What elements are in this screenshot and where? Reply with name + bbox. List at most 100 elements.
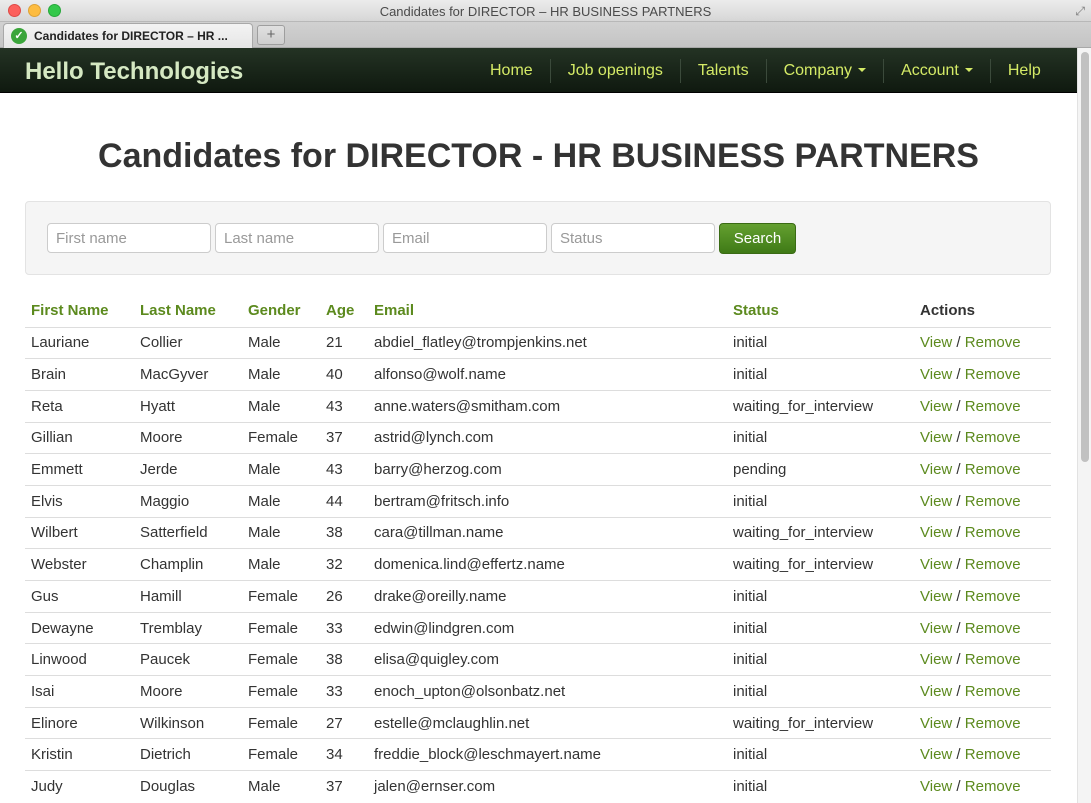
window-title: Candidates for DIRECTOR – HR BUSINESS PA… — [379, 4, 712, 19]
action-separator: / — [956, 682, 961, 700]
cell-age: 27 — [320, 706, 368, 739]
remove-link[interactable]: Remove — [965, 715, 1021, 732]
header-gender[interactable]: Gender — [242, 295, 320, 328]
view-link[interactable]: View — [920, 683, 952, 700]
view-link[interactable]: View — [920, 461, 952, 478]
nav-talents[interactable]: Talents — [679, 58, 766, 83]
action-separator: / — [956, 397, 961, 415]
nav-job-openings[interactable]: Job openings — [549, 58, 680, 83]
remove-link[interactable]: Remove — [965, 524, 1021, 541]
remove-link[interactable]: Remove — [965, 493, 1021, 510]
remove-link[interactable]: Remove — [965, 429, 1021, 446]
table-row: Wilbert Satterfield Male 38 cara@tillman.nam… — [25, 516, 1051, 549]
cell-first-name: Gus — [25, 580, 134, 613]
cell-actions: View / Remove — [914, 516, 1051, 549]
view-link[interactable]: View — [920, 620, 952, 637]
action-separator: / — [956, 587, 961, 605]
remove-link[interactable]: Remove — [965, 746, 1021, 763]
view-link[interactable]: View — [920, 366, 952, 383]
tab-label: Candidates for DIRECTOR – HR ... — [34, 29, 228, 43]
view-link[interactable]: View — [920, 715, 952, 732]
email-input[interactable] — [383, 223, 547, 253]
view-link[interactable]: View — [920, 493, 952, 510]
status-input[interactable] — [551, 223, 715, 253]
cell-gender: Female — [242, 421, 320, 454]
cell-age: 43 — [320, 389, 368, 423]
browser-tab[interactable]: ✓ Candidates for DIRECTOR – HR ... — [3, 23, 253, 48]
search-button[interactable]: Search — [719, 223, 796, 254]
cell-gender: Female — [242, 580, 320, 613]
cell-last-name: Douglas — [134, 770, 242, 803]
view-link[interactable]: View — [920, 588, 952, 605]
vertical-scrollbar[interactable] — [1077, 48, 1091, 803]
fullscreen-icon[interactable]: ⤢ — [1075, 4, 1085, 19]
remove-link[interactable]: Remove — [965, 683, 1021, 700]
cell-actions: View / Remove — [914, 389, 1051, 423]
cell-status: initial — [727, 326, 914, 359]
remove-link[interactable]: Remove — [965, 556, 1021, 573]
action-separator: / — [956, 778, 961, 796]
remove-link[interactable]: Remove — [965, 588, 1021, 605]
view-link[interactable]: View — [920, 398, 952, 415]
cell-status: initial — [727, 770, 914, 803]
cell-age: 32 — [320, 548, 368, 581]
view-link[interactable]: View — [920, 556, 952, 573]
nav-company-dropdown[interactable]: Company — [765, 58, 883, 83]
window-titlebar: Candidates for DIRECTOR – HR BUSINESS PA… — [0, 0, 1091, 22]
cell-email: domenica.lind@effertz.name — [368, 548, 727, 581]
view-link[interactable]: View — [920, 429, 952, 446]
nav-home[interactable]: Home — [473, 59, 550, 83]
first-name-input[interactable] — [47, 223, 211, 253]
cell-gender: Female — [242, 706, 320, 739]
view-link[interactable]: View — [920, 746, 952, 763]
remove-link[interactable]: Remove — [965, 334, 1021, 351]
new-tab-button[interactable]: + — [257, 25, 285, 45]
cell-last-name: Maggio — [134, 484, 242, 518]
remove-link[interactable]: Remove — [965, 651, 1021, 668]
nav-account-dropdown[interactable]: Account — [883, 58, 990, 83]
nav-company-label: Company — [783, 61, 853, 79]
cell-actions: View / Remove — [914, 326, 1051, 359]
action-separator: / — [956, 651, 961, 669]
action-separator: / — [956, 334, 961, 352]
remove-link[interactable]: Remove — [965, 398, 1021, 415]
header-email[interactable]: Email — [368, 295, 727, 328]
top-navbar: Hello Technologies Home Job openings Tal… — [0, 48, 1077, 93]
remove-link[interactable]: Remove — [965, 620, 1021, 637]
action-separator: / — [956, 461, 961, 479]
cell-first-name: Elvis — [25, 484, 134, 518]
action-separator: / — [956, 492, 961, 510]
candidates-table: First Name Last Name Gender Age Email St… — [25, 295, 1051, 803]
table-row: Gus Hamill Female 26 drake@oreilly.name initi… — [25, 580, 1051, 613]
cell-gender: Male — [242, 453, 320, 486]
cell-last-name: Tremblay — [134, 611, 242, 644]
header-age[interactable]: Age — [320, 295, 368, 328]
table-row: Elinore Wilkinson Female 27 estelle@mclaughl… — [25, 706, 1051, 739]
remove-link[interactable]: Remove — [965, 778, 1021, 795]
remove-link[interactable]: Remove — [965, 366, 1021, 383]
cell-status: pending — [727, 453, 914, 486]
scrollbar-thumb[interactable] — [1081, 52, 1089, 462]
brand-logo-text[interactable]: Hello Technologies — [25, 58, 243, 86]
view-link[interactable]: View — [920, 524, 952, 541]
nav-help-label: Help — [1007, 61, 1041, 79]
cell-age: 26 — [320, 580, 368, 613]
view-link[interactable]: View — [920, 334, 952, 351]
remove-link[interactable]: Remove — [965, 461, 1021, 478]
last-name-input[interactable] — [215, 223, 379, 253]
cell-age: 44 — [320, 484, 368, 518]
view-link[interactable]: View — [920, 778, 952, 795]
header-first-name[interactable]: First Name — [25, 295, 134, 328]
cell-email: astrid@lynch.com — [368, 421, 727, 454]
action-separator: / — [956, 619, 961, 637]
table-row: Lauriane Collier Male 21 abdiel_flatley@trom… — [25, 326, 1051, 359]
cell-age: 34 — [320, 738, 368, 771]
view-link[interactable]: View — [920, 651, 952, 668]
header-last-name[interactable]: Last Name — [134, 295, 242, 328]
action-separator: / — [956, 714, 961, 732]
nav-help[interactable]: Help — [989, 58, 1058, 83]
header-status[interactable]: Status — [727, 295, 914, 328]
cell-first-name: Reta — [25, 389, 134, 423]
cell-status: waiting_for_interview — [727, 389, 914, 423]
cell-email: estelle@mclaughlin.net — [368, 706, 727, 739]
